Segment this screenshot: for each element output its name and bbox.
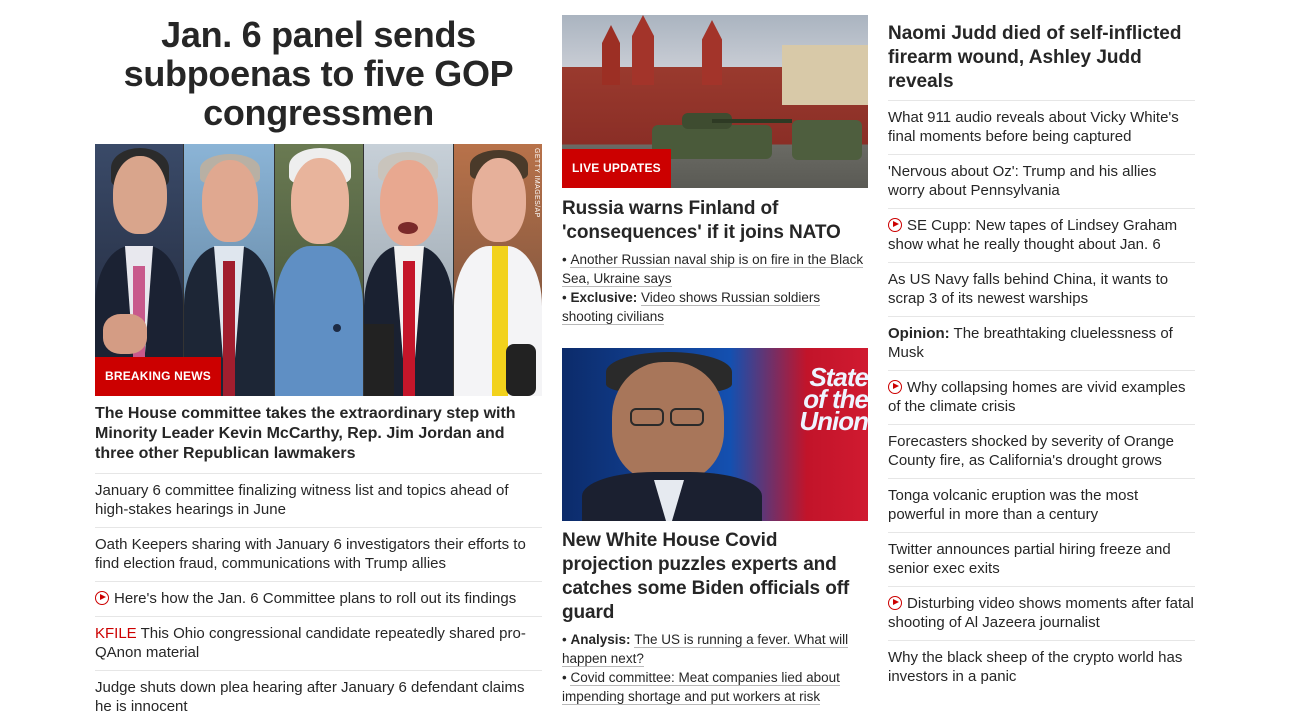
list-item[interactable]: 'Nervous about Oz': Trump and his allies… — [888, 155, 1195, 209]
headline-list: What 911 audio reveals about Vicky White… — [888, 101, 1195, 694]
list-item[interactable]: Tonga volcanic eruption was the most pow… — [888, 479, 1195, 533]
bullet-item: • Another Russian naval ship is on fire … — [562, 252, 864, 287]
live-updates-badge: LIVE UPDATES — [562, 149, 671, 188]
play-icon — [888, 218, 902, 232]
lead-image[interactable]: GETTY IMAGES/AP BREAKING NEWS — [95, 144, 542, 396]
breaking-news-badge: BREAKING NEWS — [95, 357, 221, 396]
list-item-text[interactable]: This Ohio congressional candidate repeat… — [95, 625, 526, 661]
list-item-text[interactable]: Why the black sheep of the crypto world … — [888, 649, 1182, 685]
list-item-text[interactable]: Forecasters shocked by severity of Orang… — [888, 433, 1174, 469]
play-icon — [888, 380, 902, 394]
right-column: Naomi Judd died of self-inflicted firear… — [888, 0, 1195, 694]
covid-bullets: • Analysis: The US is running a fever. W… — [562, 630, 868, 706]
list-item[interactable]: Disturbing video shows moments after fat… — [888, 587, 1195, 641]
covid-headline-link[interactable]: New White House Covid projection puzzles… — [562, 529, 868, 625]
list-item[interactable]: SE Cupp: New tapes of Lindsey Graham sho… — [888, 209, 1195, 263]
list-item[interactable]: What 911 audio reveals about Vicky White… — [888, 101, 1195, 155]
bullet-prefix: Analysis: — [570, 632, 631, 647]
lead-description[interactable]: The House committee takes the extraordin… — [95, 404, 542, 474]
list-item[interactable]: As US Navy falls behind China, it wants … — [888, 263, 1195, 317]
lead-story-column: Jan. 6 panel sends subpoenas to five GOP… — [95, 0, 542, 724]
bullet-link[interactable]: Another Russian naval ship is on fire in… — [562, 252, 864, 287]
lead-description-link[interactable]: The House committee takes the extraordin… — [95, 404, 542, 474]
portrait-5 — [454, 144, 542, 396]
portrait-4 — [364, 144, 453, 396]
list-item[interactable]: January 6 committee finalizing witness l… — [95, 474, 542, 528]
covid-image[interactable]: State of the Union — [562, 348, 868, 521]
list-item-text[interactable]: Oath Keepers sharing with January 6 inve… — [95, 536, 526, 572]
bullet-item: • Covid committee: Meat companies lied a… — [562, 670, 840, 705]
list-item-text[interactable]: As US Navy falls behind China, it wants … — [888, 271, 1168, 307]
bullet-item: • Analysis: The US is running a fever. W… — [562, 632, 849, 667]
bullet-prefix: Exclusive: — [570, 290, 638, 305]
play-icon — [95, 591, 109, 605]
list-item-text[interactable]: Twitter announces partial hiring freeze … — [888, 541, 1171, 577]
kfile-label: KFILE — [95, 625, 137, 642]
tv-logo: State of the Union — [799, 362, 868, 436]
list-item-text[interactable]: 'Nervous about Oz': Trump and his allies… — [888, 163, 1156, 199]
list-item-text[interactable]: What 911 audio reveals about Vicky White… — [888, 109, 1179, 145]
judd-headline-link[interactable]: Naomi Judd died of self-inflicted firear… — [888, 0, 1195, 101]
list-item[interactable]: Why the black sheep of the crypto world … — [888, 641, 1195, 694]
list-item-text[interactable]: Tonga volcanic eruption was the most pow… — [888, 487, 1138, 523]
list-item[interactable]: Why collapsing homes are vivid examples … — [888, 371, 1195, 425]
list-item-text[interactable]: Here's how the Jan. 6 Committee plans to… — [114, 590, 516, 607]
russia-image[interactable]: LIVE UPDATES — [562, 15, 868, 188]
related-list: January 6 committee finalizing witness l… — [95, 474, 542, 724]
list-item[interactable]: Forecasters shocked by severity of Orang… — [888, 425, 1195, 479]
list-item[interactable]: Judge shuts down plea hearing after Janu… — [95, 671, 542, 724]
middle-column: LIVE UPDATES Russia warns Finland of 'co… — [562, 15, 868, 706]
image-credit: GETTY IMAGES/AP — [533, 148, 540, 218]
list-item[interactable]: Here's how the Jan. 6 Committee plans to… — [95, 582, 542, 617]
russia-headline[interactable]: Russia warns Finland of 'consequences' i… — [562, 197, 868, 245]
portrait-3 — [275, 144, 363, 396]
lead-headline[interactable]: Jan. 6 panel sends subpoenas to five GOP… — [95, 15, 542, 132]
list-item[interactable]: Opinion: The breathtaking cluelessness o… — [888, 317, 1195, 371]
list-item-text[interactable]: Disturbing video shows moments after fat… — [888, 595, 1194, 631]
play-icon — [888, 596, 902, 610]
list-item[interactable]: Twitter announces partial hiring freeze … — [888, 533, 1195, 587]
covid-headline[interactable]: New White House Covid projection puzzles… — [562, 529, 868, 625]
opinion-label: Opinion: — [888, 325, 950, 342]
list-item-text[interactable]: Judge shuts down plea hearing after Janu… — [95, 679, 524, 715]
list-item[interactable]: KFILE This Ohio congressional candidate … — [95, 617, 542, 671]
list-item-text[interactable]: SE Cupp: New tapes of Lindsey Graham sho… — [888, 217, 1177, 253]
bullet-link[interactable]: Covid committee: Meat companies lied abo… — [562, 670, 840, 705]
bullet-item: • Exclusive: Video shows Russian soldier… — [562, 290, 821, 325]
list-item-text[interactable]: January 6 committee finalizing witness l… — [95, 482, 509, 518]
russia-bullets: • Another Russian naval ship is on fire … — [562, 250, 868, 326]
list-item[interactable]: Oath Keepers sharing with January 6 inve… — [95, 528, 542, 582]
lead-headline-link[interactable]: Jan. 6 panel sends subpoenas to five GOP… — [95, 15, 542, 132]
list-item-text[interactable]: Why collapsing homes are vivid examples … — [888, 379, 1185, 415]
russia-headline-link[interactable]: Russia warns Finland of 'consequences' i… — [562, 197, 868, 245]
judd-headline[interactable]: Naomi Judd died of self-inflicted firear… — [888, 0, 1195, 101]
